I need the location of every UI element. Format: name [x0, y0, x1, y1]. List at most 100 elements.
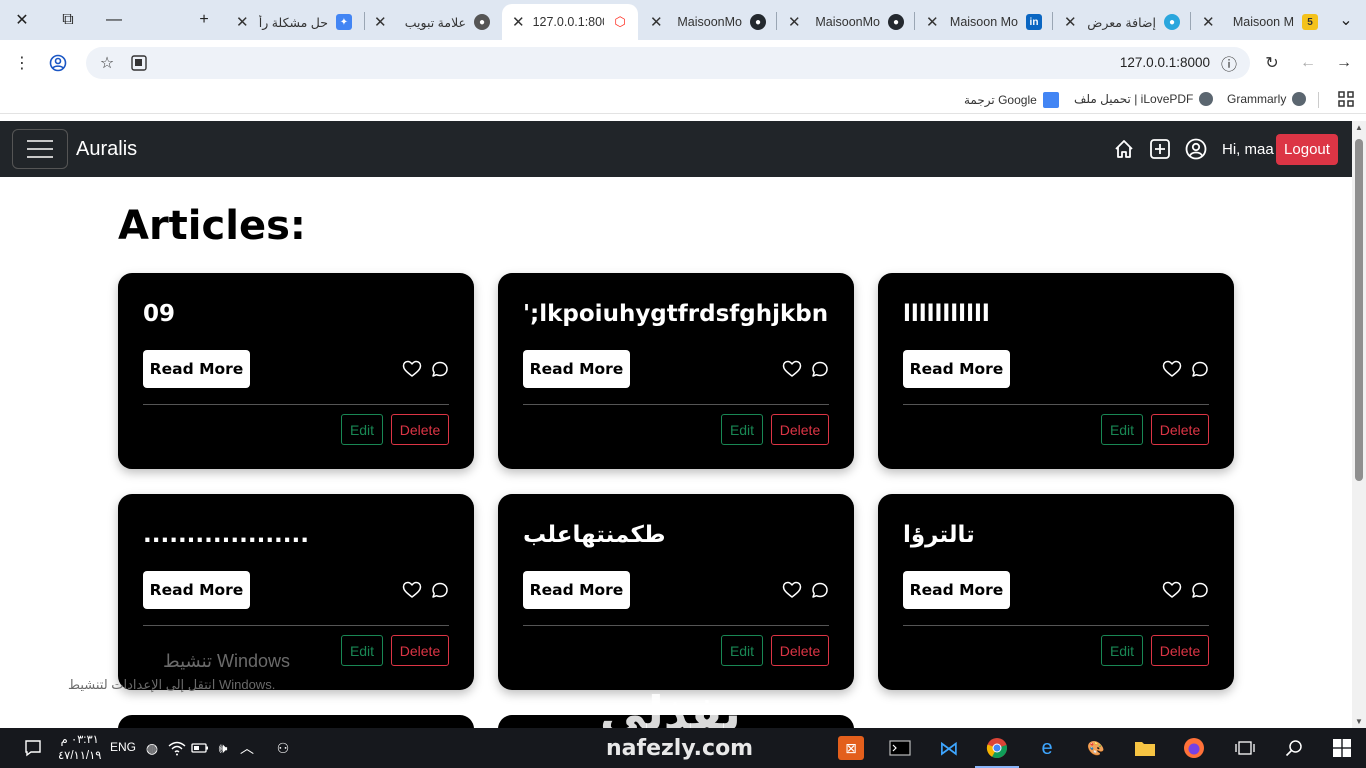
profile-icon[interactable] [47, 52, 69, 74]
tab-close-icon[interactable]: ✕ [926, 13, 939, 31]
browser-tab[interactable]: ✕ MaisoonMo ● [778, 4, 914, 40]
taskbar-clock[interactable]: ٠٣:٣١ م ٤٧/١١/١٩ [58, 732, 101, 764]
vscode-icon[interactable]: ⋈ [936, 736, 962, 760]
network-globe-icon[interactable]: ◍ [139, 736, 165, 760]
tab-close-icon[interactable]: ✕ [1064, 13, 1077, 31]
site-icon: ● [1164, 14, 1180, 30]
bookmark-grammarly[interactable]: Grammarly [1227, 92, 1307, 106]
article-card: 09 Read More Edit Delete [118, 273, 474, 469]
heart-icon[interactable] [1162, 359, 1182, 379]
comment-icon[interactable] [430, 580, 450, 600]
read-more-button[interactable]: Read More [523, 571, 630, 609]
home-icon[interactable] [1113, 138, 1135, 160]
read-more-button[interactable]: Read More [903, 571, 1010, 609]
logout-button[interactable]: Logout [1276, 134, 1338, 165]
paint-icon[interactable]: 🎨 [1083, 736, 1109, 760]
browser-tab[interactable]: ✕ MaisoonMo ● [640, 4, 776, 40]
delete-button[interactable]: Delete [1151, 635, 1209, 666]
edit-button[interactable]: Edit [341, 635, 383, 666]
github-icon: ● [750, 14, 766, 30]
read-more-button[interactable]: Read More [143, 571, 250, 609]
edit-button[interactable]: Edit [721, 635, 763, 666]
terminal-icon[interactable] [887, 736, 913, 760]
browser-tab-active[interactable]: ✕ 127.0.0.1:800 ⬡ [502, 4, 638, 40]
heart-icon[interactable] [402, 580, 422, 600]
delete-button[interactable]: Delete [391, 414, 449, 445]
notification-center-icon[interactable] [20, 736, 46, 760]
globe-icon [1292, 92, 1307, 106]
heart-icon[interactable] [782, 359, 802, 379]
read-more-button[interactable]: Read More [523, 350, 630, 388]
user-profile-icon[interactable] [1185, 138, 1207, 160]
volume-icon[interactable]: 🕪 [210, 736, 236, 760]
page-scrollbar[interactable]: ▲ ▼ [1352, 121, 1366, 728]
windows-start-icon[interactable] [1329, 736, 1355, 760]
tab-close-icon[interactable]: ✕ [650, 13, 663, 31]
search-icon[interactable] [1281, 736, 1307, 760]
browser-tab[interactable]: ✕ Maisoon M 5 [1192, 4, 1328, 40]
tab-close-icon[interactable]: ✕ [236, 13, 249, 31]
tab-close-icon[interactable]: ✕ [1202, 13, 1215, 31]
new-tab-icon[interactable]: + [186, 5, 222, 35]
edit-button[interactable]: Edit [341, 414, 383, 445]
translate-icon[interactable] [128, 52, 150, 74]
edit-button[interactable]: Edit [721, 414, 763, 445]
window-minimize-icon[interactable]: — [96, 5, 132, 35]
heart-icon[interactable] [1162, 580, 1182, 600]
menu-kebab-icon[interactable]: ⋮ [11, 52, 33, 74]
windows-activation-title: تنشيط Windows [163, 651, 291, 671]
comment-icon[interactable] [1190, 359, 1210, 379]
edit-button[interactable]: Edit [1101, 635, 1143, 666]
edit-button[interactable]: Edit [1101, 414, 1143, 445]
comment-icon[interactable] [810, 359, 830, 379]
firefox-icon[interactable] [1181, 736, 1207, 760]
comment-icon[interactable] [1190, 580, 1210, 600]
heart-icon[interactable] [782, 580, 802, 600]
tab-search-icon[interactable]: ⌄ [1328, 5, 1364, 35]
browser-tab[interactable]: ✕ إضافة معرض ● [1054, 4, 1190, 40]
site-brand[interactable]: Auralis [76, 138, 137, 161]
delete-button[interactable]: Delete [391, 635, 449, 666]
input-language[interactable]: ENG [110, 740, 136, 754]
tab-close-icon[interactable]: ✕ [512, 13, 525, 31]
delete-button[interactable]: Delete [1151, 414, 1209, 445]
show-hidden-icons-chevron-icon[interactable]: ︿ [234, 736, 260, 760]
chrome-taskbar-icon[interactable] [984, 736, 1010, 760]
browser-tab[interactable]: ✕ علامة تبويب ● [364, 4, 500, 40]
site-icon: 5 [1302, 14, 1318, 30]
site-info-icon[interactable]: ⓘ [1218, 52, 1240, 74]
delete-button[interactable]: Delete [771, 635, 829, 666]
navbar-toggler-button[interactable] [12, 129, 68, 169]
apps-grid-icon[interactable] [1338, 91, 1354, 107]
task-view-icon[interactable] [1232, 736, 1258, 760]
reload-icon[interactable]: ↻ [1261, 52, 1283, 74]
scrollbar-thumb[interactable] [1355, 139, 1363, 481]
window-close-icon[interactable]: ✕ [4, 5, 40, 35]
edge-icon[interactable]: e [1034, 736, 1060, 760]
file-explorer-icon[interactable] [1132, 736, 1158, 760]
read-more-button[interactable]: Read More [903, 350, 1010, 388]
read-more-button[interactable]: Read More [143, 350, 250, 388]
window-restore-icon[interactable]: ⧉ [50, 5, 86, 35]
card-divider [903, 404, 1209, 405]
comment-icon[interactable] [810, 580, 830, 600]
comment-icon[interactable] [430, 359, 450, 379]
globe-icon [1199, 92, 1214, 106]
card-divider [523, 404, 829, 405]
people-icon[interactable]: ⚇ [270, 736, 296, 760]
tab-close-icon[interactable]: ✕ [374, 13, 387, 31]
add-article-icon[interactable] [1149, 138, 1171, 160]
delete-button[interactable]: Delete [771, 414, 829, 445]
browser-tab[interactable]: ✕ حل مشكلة رأ ✦ [226, 4, 362, 40]
xampp-icon[interactable]: ⊠ [838, 736, 864, 760]
tab-close-icon[interactable]: ✕ [788, 13, 801, 31]
back-arrow-icon[interactable]: ← [1297, 52, 1319, 74]
bookmark-star-icon[interactable]: ☆ [96, 52, 118, 74]
bookmark-ilovepdf[interactable]: تحميل ملف | iLovePDF [1074, 92, 1214, 106]
forward-arrow-icon[interactable]: → [1333, 52, 1355, 74]
address-bar[interactable]: ☆ 127.0.0.1:8000 ⓘ [86, 47, 1250, 79]
article-title: طكمنتهاعلب [523, 522, 666, 548]
browser-tab[interactable]: ✕ Maisoon Mo in [916, 4, 1052, 40]
bookmark-google-translate[interactable]: ترجمة Google [964, 92, 1059, 108]
heart-icon[interactable] [402, 359, 422, 379]
